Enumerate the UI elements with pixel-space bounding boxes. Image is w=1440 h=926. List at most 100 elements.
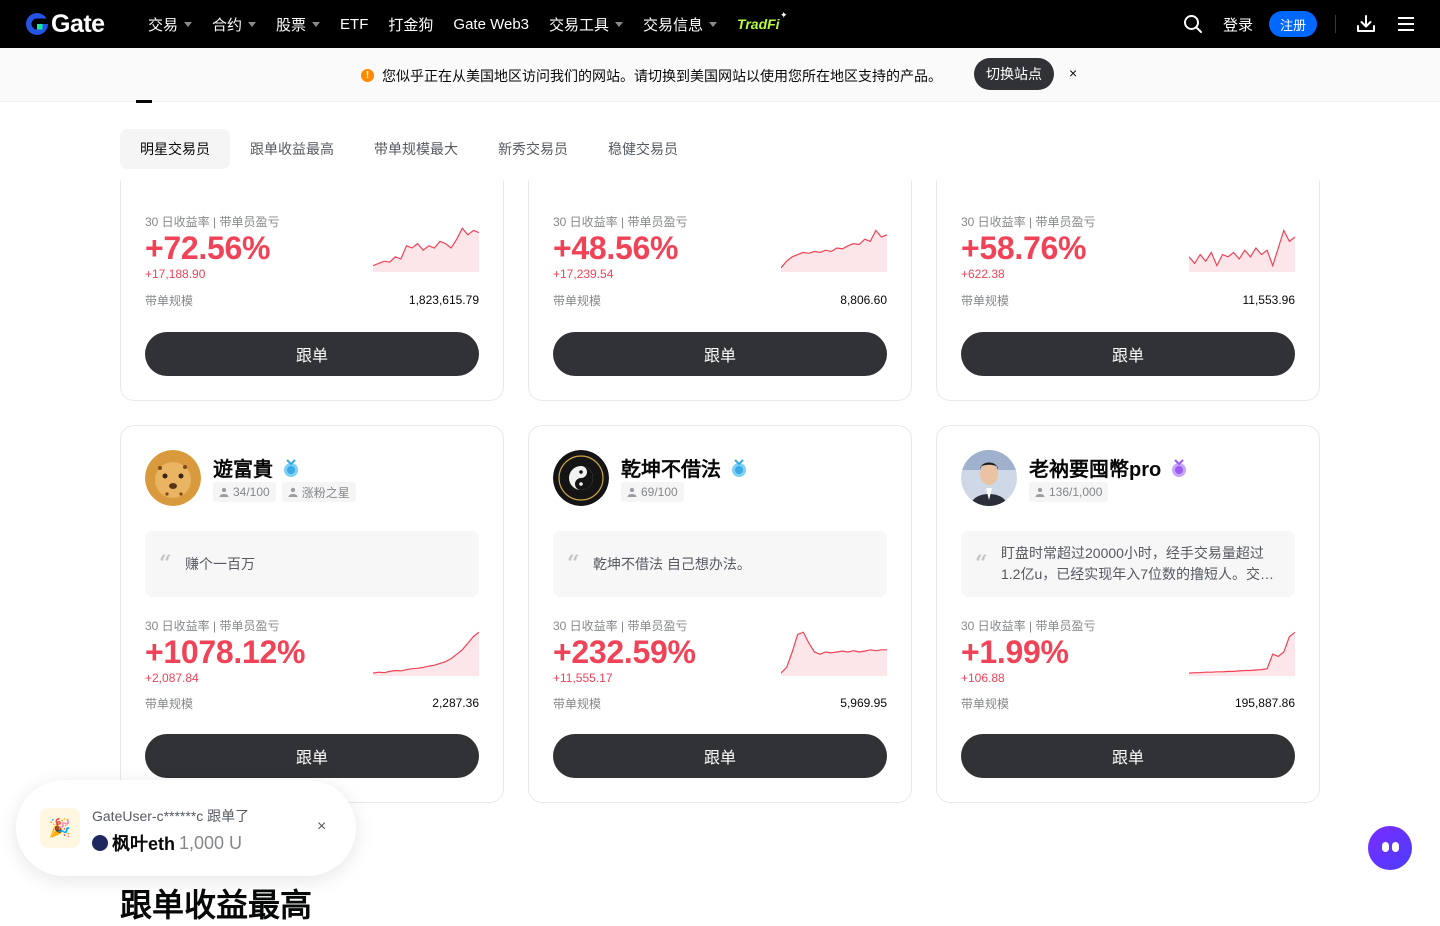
user-icon xyxy=(219,487,229,497)
search-button[interactable] xyxy=(1181,12,1205,36)
login-link[interactable]: 登录 xyxy=(1223,14,1253,35)
caret-down-icon xyxy=(709,21,718,27)
nav-item-tradfi[interactable]: TradFi ✦ xyxy=(737,0,788,48)
leopard-avatar-icon xyxy=(145,450,201,506)
aum-label: 带单规模 xyxy=(553,294,602,308)
menu-button[interactable] xyxy=(1394,12,1418,36)
yin-yang-avatar-icon xyxy=(553,450,609,506)
download-button[interactable] xyxy=(1354,12,1378,36)
sparkline-area xyxy=(1189,230,1295,272)
roi-sparkline xyxy=(373,631,479,676)
tab-star-traders[interactable]: 明星交易员 xyxy=(120,129,230,169)
follow-button[interactable]: 跟单 xyxy=(145,734,479,778)
follow-button[interactable]: 跟单 xyxy=(961,332,1295,376)
nav-item-futures[interactable]: 合约 xyxy=(212,0,257,48)
rising-user-icon xyxy=(288,487,298,497)
trader-avatar[interactable] xyxy=(145,450,201,506)
metric-label: 30 日收益率 | 带单员盈亏 xyxy=(553,619,688,633)
close-icon[interactable]: × xyxy=(317,818,326,836)
roi-sparkline xyxy=(1189,631,1295,676)
aum-value: 2,287.36 xyxy=(432,696,479,710)
roi-sparkline xyxy=(781,631,887,676)
nav-label: 交易工具 xyxy=(549,16,610,34)
search-icon xyxy=(1183,15,1202,33)
nav-item-stocks[interactable]: 股票 xyxy=(276,0,321,48)
trader-name-text: 老衲要囤幣pro xyxy=(1029,459,1162,481)
tab-stable-traders[interactable]: 稳健交易员 xyxy=(588,129,698,169)
gate-logo[interactable]: Gate xyxy=(24,11,105,37)
pnl-value: +11,555.17 xyxy=(553,671,613,685)
aum-value: 5,969.95 xyxy=(840,696,887,710)
nav-item-etf[interactable]: ETF xyxy=(340,0,368,48)
trader-name[interactable]: 老衲要囤幣pro xyxy=(1029,453,1189,482)
warning-icon: ! xyxy=(361,69,374,82)
metric-label: 30 日收益率 | 带单员盈亏 xyxy=(961,619,1096,633)
follow-button[interactable]: 跟单 xyxy=(553,734,887,778)
nav-label: 交易 xyxy=(148,16,179,34)
nav-divider xyxy=(1335,15,1336,33)
toast-trader-name: 枫叶eth xyxy=(112,834,175,854)
switch-site-button[interactable]: 切换站点 xyxy=(974,58,1054,90)
chat-assistant-button[interactable] xyxy=(1368,826,1412,870)
gate-logo-icon xyxy=(26,13,48,35)
download-icon xyxy=(1357,15,1375,32)
bot-eye xyxy=(1382,842,1389,852)
nav-menu: 交易 合约 股票 ETF 打金狗 Gate Web3 交易工具 交易信息 Tra… xyxy=(148,0,800,48)
trader-name[interactable]: 遊富貴 xyxy=(213,453,301,482)
nav-right: 登录 注册 xyxy=(1181,0,1440,48)
trader-name[interactable]: 乾坤不借法 xyxy=(621,453,749,482)
aum-value: 1,823,615.79 xyxy=(408,293,479,307)
section-heading-remnant xyxy=(136,100,152,103)
tag-text: 涨粉之星 xyxy=(301,485,350,500)
nav-item-gold-dog[interactable]: 打金狗 xyxy=(388,0,433,48)
nav-item-tools[interactable]: 交易工具 xyxy=(549,0,624,48)
metric-label: 30 日收益率 | 带单员盈亏 xyxy=(553,215,688,229)
trader-stats: 136/1,000 xyxy=(1029,482,1114,502)
follower-count: 34/100 xyxy=(233,485,270,499)
trader-bio: “ 盯盘时常超过20000小时，经手交易量超过1.2亿u，已经实现年入7位数的撸… xyxy=(961,531,1295,597)
caret-down-icon xyxy=(615,21,624,27)
quote-icon: “ xyxy=(975,551,988,577)
pnl-value: +106.88 xyxy=(961,671,1005,685)
medal-badge-icon xyxy=(1172,458,1187,477)
aum-value: 8,806.60 xyxy=(840,293,887,307)
nav-item-info[interactable]: 交易信息 xyxy=(643,0,718,48)
gate-logo-text: Gate xyxy=(51,10,105,38)
close-icon[interactable]: × xyxy=(1069,65,1077,81)
quote-icon: “ xyxy=(159,551,172,577)
top-navbar: Gate 交易 合约 股票 ETF 打金狗 Gate Web3 交易工具 交易信… xyxy=(0,0,1440,48)
tab-largest-aum[interactable]: 带单规模最大 xyxy=(354,129,478,169)
hamburger-menu-icon xyxy=(1398,17,1414,31)
tab-rising-traders[interactable]: 新秀交易员 xyxy=(478,129,588,169)
follower-count: 136/1,000 xyxy=(1049,485,1103,499)
follower-count: 69/100 xyxy=(641,485,678,499)
trader-card: 乾坤不借法 69/100 “ 乾坤不借法 自己想办法。 30 日收益率 | 带单… xyxy=(528,425,912,803)
trader-stats: 34/100 涨粉之星 xyxy=(213,482,362,502)
follower-count-chip: 34/100 xyxy=(213,482,276,502)
pnl-value: +17,188.90 xyxy=(145,267,206,281)
pnl-value: +2,087.84 xyxy=(145,671,199,685)
caret-down-icon xyxy=(184,21,193,27)
nav-item-web3[interactable]: Gate Web3 xyxy=(453,0,529,48)
user-icon xyxy=(1035,487,1045,497)
party-popper-icon: 🎉 xyxy=(40,808,80,848)
bio-text: 乾坤不借法 自己想办法。 xyxy=(593,555,751,572)
follow-button[interactable]: 跟单 xyxy=(553,332,887,376)
nav-label: Gate Web3 xyxy=(453,15,530,33)
nav-label: ETF xyxy=(340,15,369,33)
trader-stats: 69/100 xyxy=(621,482,690,502)
quote-icon: “ xyxy=(567,551,580,577)
nav-item-trade[interactable]: 交易 xyxy=(148,0,193,48)
roi-value: +48.56% xyxy=(553,230,679,266)
aum-label: 带单规模 xyxy=(961,294,1010,308)
trader-avatar[interactable] xyxy=(553,450,609,506)
follow-button[interactable]: 跟单 xyxy=(145,332,479,376)
register-button[interactable]: 注册 xyxy=(1269,11,1317,37)
trader-card: 30 日收益率 | 带单员盈亏 +48.56% +17,239.54 带单规模 … xyxy=(528,180,912,401)
follow-button[interactable]: 跟单 xyxy=(961,734,1295,778)
tab-top-follower-profit[interactable]: 跟单收益最高 xyxy=(230,129,354,169)
trader-category-tabs: 明星交易员 跟单收益最高 带单规模最大 新秀交易员 稳健交易员 xyxy=(120,129,698,169)
tradfi-logo: TradFi ✦ xyxy=(737,10,788,32)
follower-count-chip: 69/100 xyxy=(621,482,684,502)
trader-avatar[interactable] xyxy=(961,450,1017,506)
